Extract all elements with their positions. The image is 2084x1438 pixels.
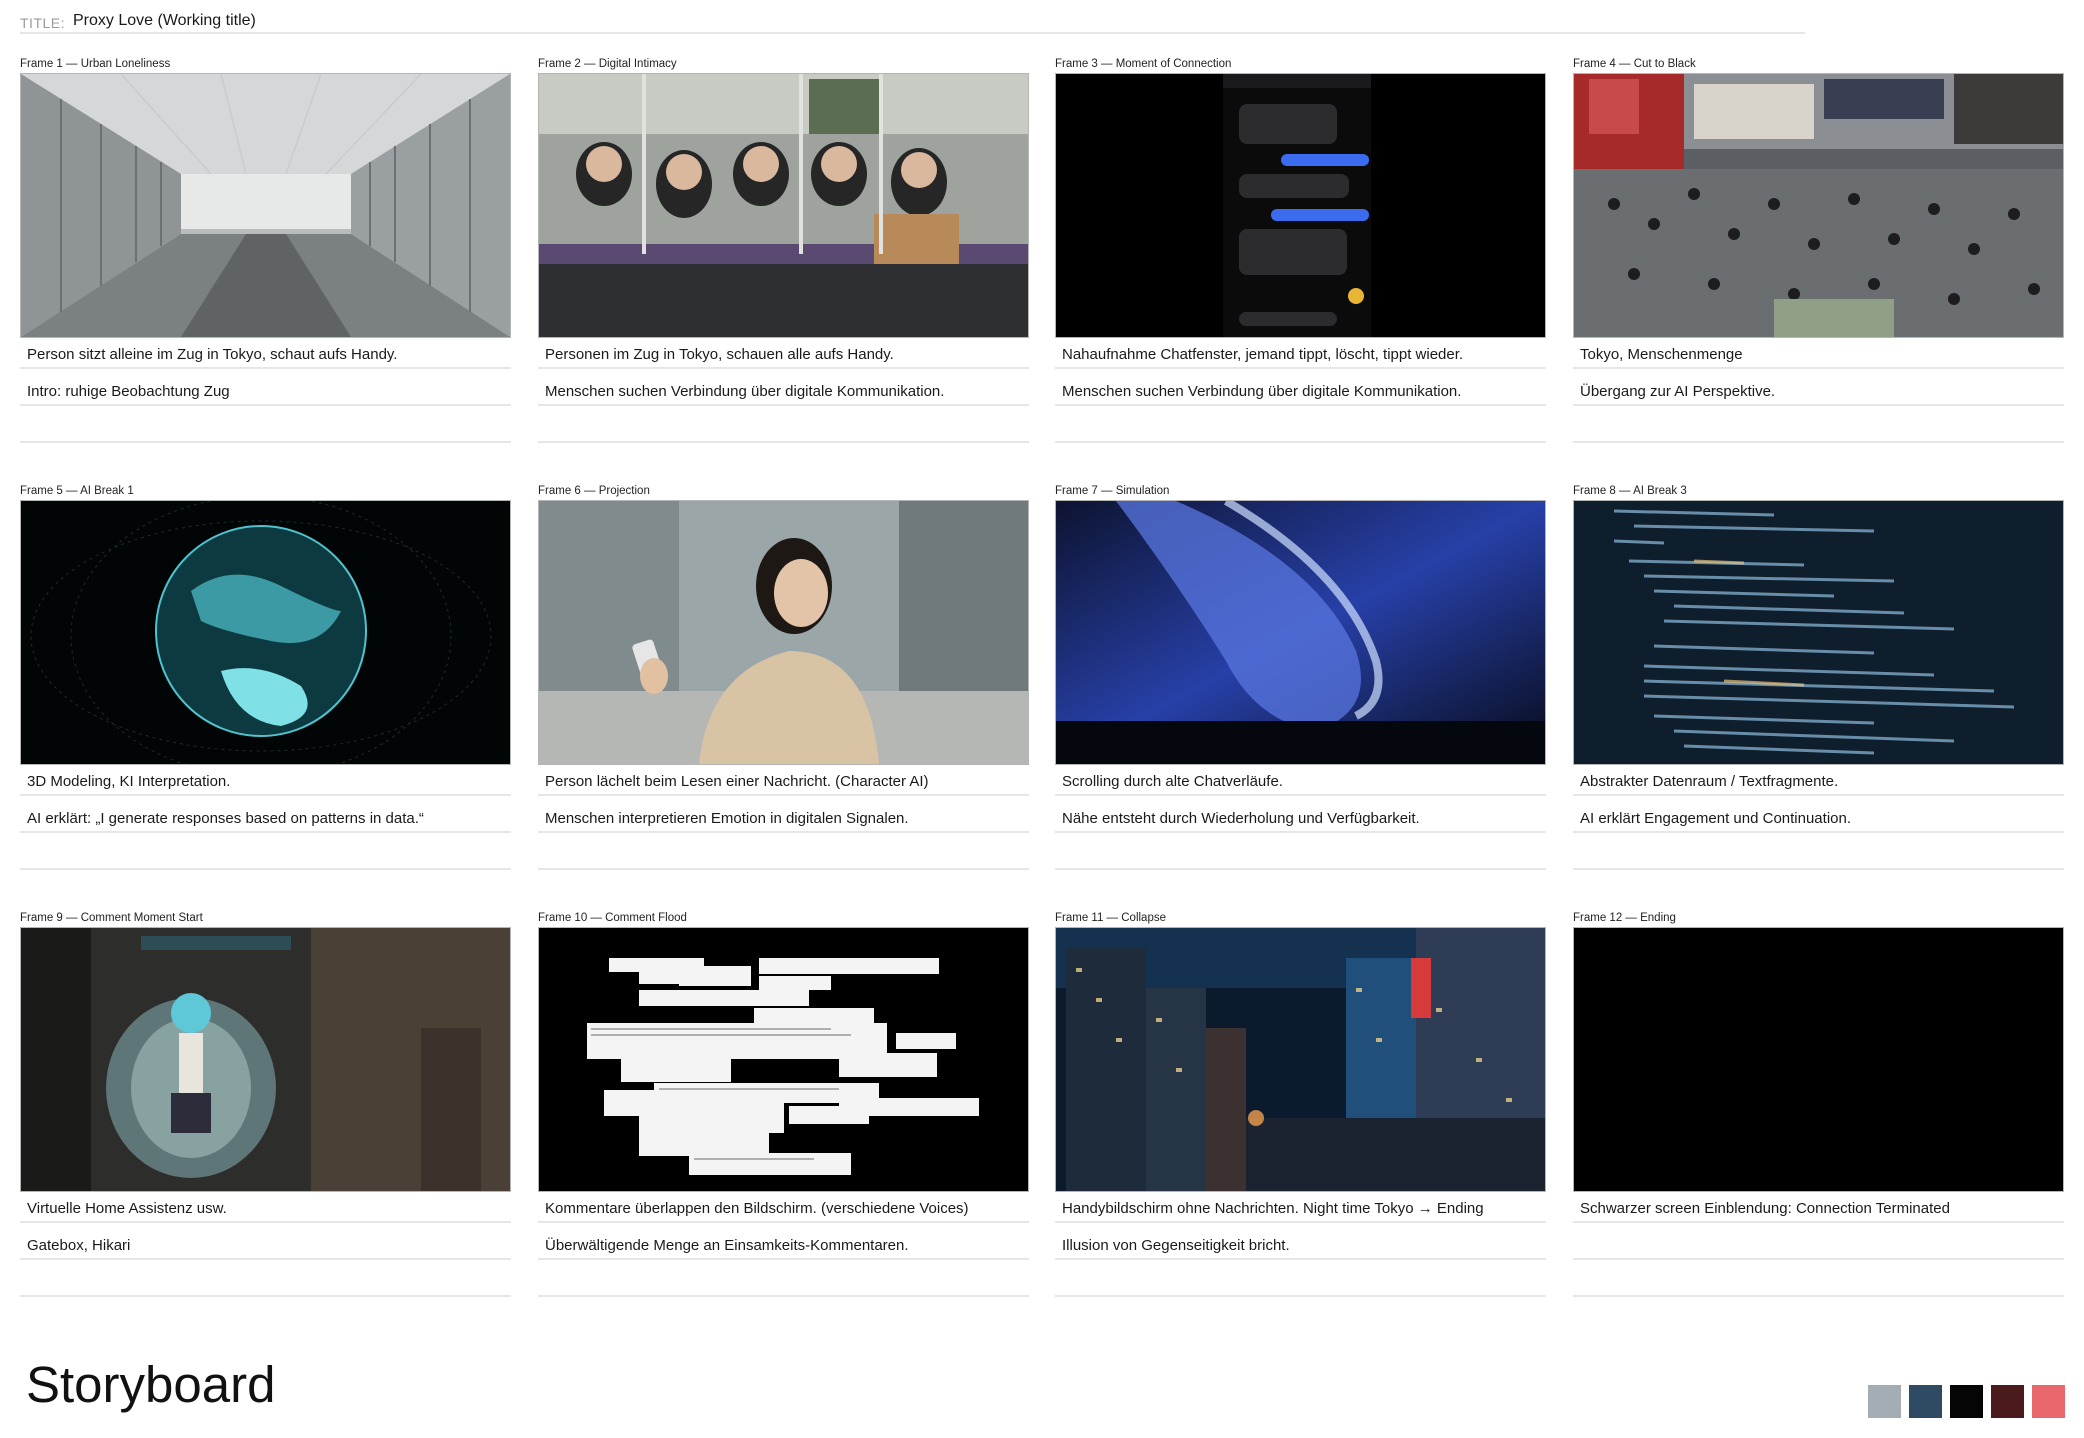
train-walkway-photo[interactable] (20, 73, 511, 338)
frame-note: AI erklärt: „I generate responses based … (20, 801, 511, 833)
tokyo-night-city-photo[interactable] (1055, 927, 1546, 1192)
frame-label: Frame 3 — Moment of Connection (1055, 58, 1232, 70)
frame-extra (538, 411, 1029, 443)
comment-flood-collage[interactable] (538, 927, 1029, 1192)
frame-extra (1055, 411, 1546, 443)
frame-note: Menschen suchen Verbindung über digitale… (538, 374, 1029, 406)
frame-description: Nahaufnahme Chatfenster, jemand tippt, l… (1055, 337, 1546, 369)
palette-swatch-3[interactable] (1950, 1385, 1983, 1418)
digital-globe-render[interactable] (20, 500, 511, 765)
frame-label: Frame 10 — Comment Flood (538, 912, 687, 924)
frame-extra (1573, 838, 2064, 870)
crowded-station-photo[interactable] (1573, 73, 2064, 338)
frame-note (1573, 1228, 2064, 1260)
chat-window-screenshot[interactable] (1055, 73, 1546, 338)
finger-touch-screen-photo[interactable] (1055, 500, 1546, 765)
frame-description: Virtuelle Home Assistenz usw. (20, 1191, 511, 1223)
frame-note: Menschen interpretieren Emotion in digit… (538, 801, 1029, 833)
palette-swatch-2[interactable] (1909, 1385, 1942, 1418)
frame-note: Illusion von Gegenseitigkeit bricht. (1055, 1228, 1546, 1260)
frame-description: Tokyo, Menschenmenge (1573, 337, 2064, 369)
frame-description: 3D Modeling, KI Interpretation. (20, 764, 511, 796)
palette-swatch-1[interactable] (1868, 1385, 1901, 1418)
frame-extra (20, 411, 511, 443)
frame-description: Personen im Zug in Tokyo, schauen alle a… (538, 337, 1029, 369)
frame-label: Frame 11 — Collapse (1055, 912, 1166, 924)
frame-extra (20, 1265, 511, 1297)
frame-note: AI erklärt Engagement und Continuation. (1573, 801, 2064, 833)
subway-passengers-photo[interactable] (538, 73, 1029, 338)
frame-description: Abstrakter Datenraum / Textfragmente. (1573, 764, 2064, 796)
frame-extra (1055, 838, 1546, 870)
frame-description: Scrolling durch alte Chatverläufe. (1055, 764, 1546, 796)
frame-extra (1573, 411, 2064, 443)
frame-note: Menschen suchen Verbindung über digitale… (1055, 374, 1546, 406)
frame-label: Frame 1 — Urban Loneliness (20, 58, 171, 70)
woman-smiling-phone-photo[interactable] (538, 500, 1029, 765)
frame-extra (1573, 1265, 2064, 1297)
frame-note: Intro: ruhige Beobachtung Zug (20, 374, 511, 406)
code-screen-photo[interactable] (1573, 500, 2064, 765)
frame-label: Frame 4 — Cut to Black (1573, 58, 1696, 70)
black-screen[interactable] (1573, 927, 2064, 1192)
frame-label: Frame 5 — AI Break 1 (20, 485, 134, 497)
frame-extra (538, 838, 1029, 870)
frame-note: Nähe entsteht durch Wiederholung und Ver… (1055, 801, 1546, 833)
frame-extra (20, 838, 511, 870)
frame-description: Schwarzer screen Einblendung: Connection… (1573, 1191, 2064, 1223)
title-label: TITLE: (20, 15, 66, 31)
gatebox-hologram-photo[interactable] (20, 927, 511, 1192)
frame-description: Handybildschirm ohne Nachrichten. Night … (1055, 1191, 1546, 1223)
frame-note: Überwältigende Menge an Einsamkeits-Komm… (538, 1228, 1029, 1260)
frame-note: Gatebox, Hikari (20, 1228, 511, 1260)
color-palette (1868, 1385, 2065, 1418)
frame-label: Frame 12 — Ending (1573, 912, 1676, 924)
frame-note: Übergang zur AI Perspektive. (1573, 374, 2064, 406)
frame-extra (1055, 1265, 1546, 1297)
title-value[interactable]: Proxy Love (Working title) (73, 12, 256, 30)
frame-label: Frame 6 — Projection (538, 485, 650, 497)
title-row: TITLE: Proxy Love (Working title) (20, 10, 1805, 34)
storyboard-heading: Storyboard (26, 1356, 276, 1413)
frame-label: Frame 7 — Simulation (1055, 485, 1170, 497)
palette-swatch-5[interactable] (2032, 1385, 2065, 1418)
frame-description: Kommentare überlappen den Bildschirm. (v… (538, 1191, 1029, 1223)
frame-description: Person lächelt beim Lesen einer Nachrich… (538, 764, 1029, 796)
frame-label: Frame 9 — Comment Moment Start (20, 912, 203, 924)
frame-description: Person sitzt alleine im Zug in Tokyo, sc… (20, 337, 511, 369)
frame-extra (538, 1265, 1029, 1297)
frame-label: Frame 8 — AI Break 3 (1573, 485, 1687, 497)
palette-swatch-4[interactable] (1991, 1385, 2024, 1418)
frame-label: Frame 2 — Digital Intimacy (538, 58, 677, 70)
